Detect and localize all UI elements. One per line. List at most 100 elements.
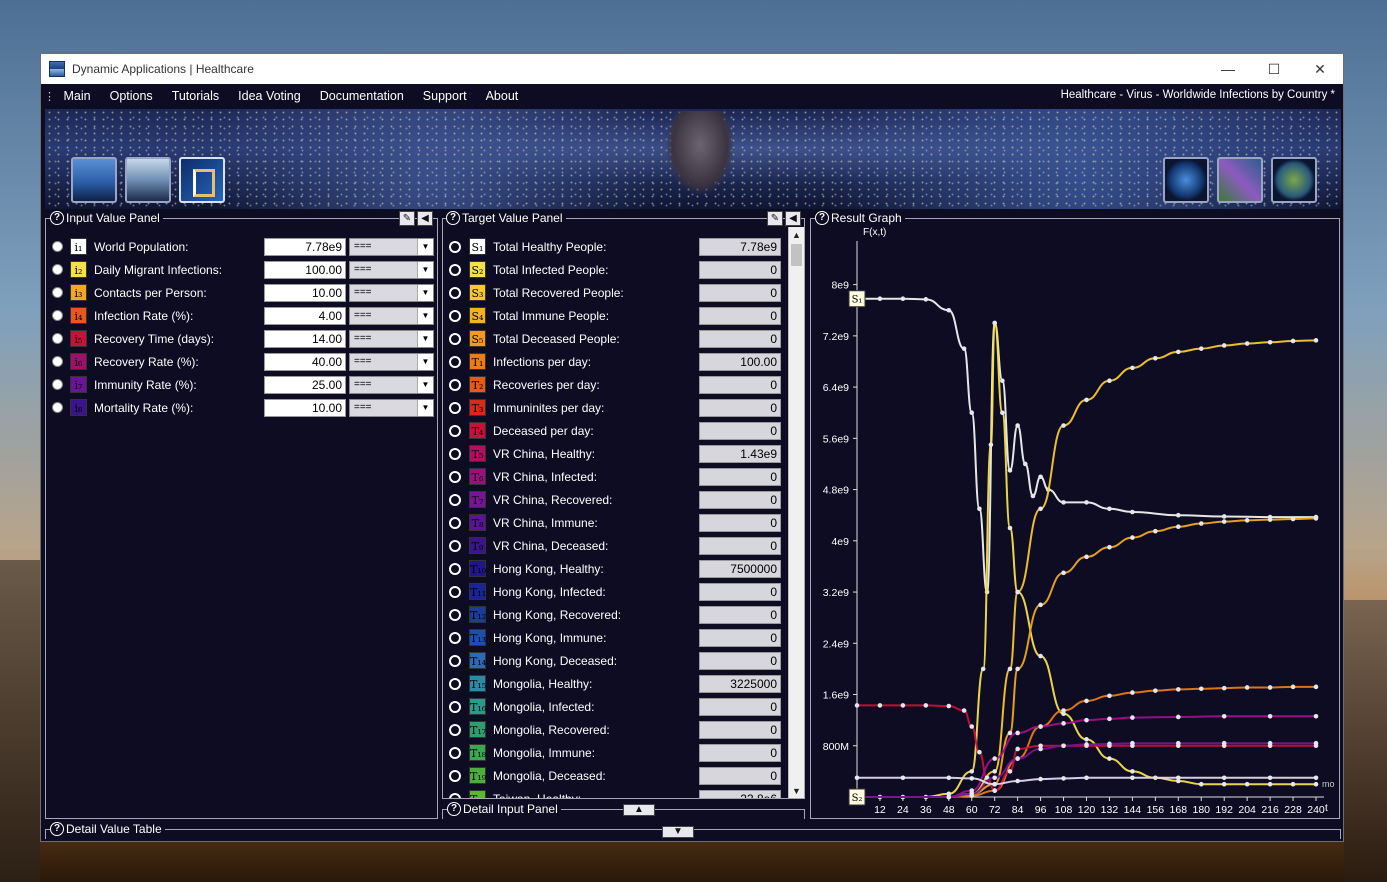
select-radio[interactable] (52, 310, 63, 321)
operator-select[interactable]: === ▼ (349, 398, 434, 417)
target-value-field[interactable]: 3225000 (699, 674, 781, 693)
operator-select[interactable]: === ▼ (349, 237, 434, 256)
select-radio[interactable] (52, 264, 63, 275)
select-radio[interactable] (449, 746, 461, 759)
menu-about[interactable]: About (476, 89, 528, 103)
select-radio[interactable] (449, 608, 461, 621)
target-value-field[interactable]: 1.43e9 (699, 444, 781, 463)
operator-select[interactable]: === ▼ (349, 329, 434, 348)
target-value-field[interactable]: 0 (699, 398, 781, 417)
target-value-field[interactable]: 0 (699, 260, 781, 279)
menu-main[interactable]: Main (54, 89, 100, 103)
menu-documentation[interactable]: Documentation (310, 89, 413, 103)
target-value-field[interactable]: 0 (699, 283, 781, 302)
collapse-left-icon[interactable]: ◀ (417, 211, 433, 226)
input-value-field[interactable]: 4.00 (264, 306, 346, 325)
select-radio[interactable] (449, 493, 461, 506)
target-scrollbar[interactable]: ▲ ▼ (788, 227, 804, 798)
help-icon[interactable]: ? (446, 211, 460, 225)
operator-select[interactable]: === ▼ (349, 352, 434, 371)
select-radio[interactable] (52, 379, 63, 390)
target-value-field[interactable]: 0 (699, 513, 781, 532)
target-value-field[interactable]: 0 (699, 329, 781, 348)
chevron-down-icon[interactable]: ▼ (417, 261, 433, 278)
target-value-field[interactable]: 7.78e9 (699, 237, 781, 256)
select-radio[interactable] (449, 424, 461, 437)
target-value-field[interactable]: 0 (699, 720, 781, 739)
collage-button[interactable] (1217, 157, 1263, 203)
select-radio[interactable] (449, 378, 461, 391)
edit-icon[interactable]: ✎ (399, 211, 415, 226)
target-value-field[interactable]: 0 (699, 306, 781, 325)
target-value-field[interactable]: 0 (699, 605, 781, 624)
help-icon[interactable]: ? (50, 822, 64, 836)
input-value-field[interactable]: 7.78e9 (264, 237, 346, 256)
input-value-field[interactable]: 40.00 (264, 352, 346, 371)
select-radio[interactable] (449, 654, 461, 667)
menu-support[interactable]: Support (413, 89, 476, 103)
select-radio[interactable] (449, 286, 461, 299)
globe-button[interactable] (1163, 157, 1209, 203)
select-radio[interactable] (449, 539, 461, 552)
expand-up-icon[interactable]: ▲ (623, 804, 655, 816)
select-radio[interactable] (449, 562, 461, 575)
input-value-field[interactable]: 10.00 (264, 283, 346, 302)
select-radio[interactable] (449, 332, 461, 345)
operator-select[interactable]: === ▼ (349, 306, 434, 325)
select-radio[interactable] (449, 516, 461, 529)
select-radio[interactable] (449, 240, 461, 253)
target-value-field[interactable]: 0 (699, 421, 781, 440)
close-button[interactable]: ✕ (1297, 54, 1343, 84)
target-value-field[interactable]: 0 (699, 628, 781, 647)
target-value-field[interactable]: 0 (699, 536, 781, 555)
target-value-field[interactable]: 0 (699, 490, 781, 509)
target-value-field[interactable]: 0 (699, 697, 781, 716)
menu-options[interactable]: Options (100, 89, 162, 103)
select-radio[interactable] (449, 585, 461, 598)
target-value-field[interactable]: 7500000 (699, 559, 781, 578)
select-radio[interactable] (449, 700, 461, 713)
input-value-field[interactable]: 25.00 (264, 375, 346, 394)
input-value-field[interactable]: 14.00 (264, 329, 346, 348)
select-radio[interactable] (52, 402, 63, 413)
target-value-field[interactable]: 0 (699, 743, 781, 762)
target-value-field[interactable]: 0 (699, 651, 781, 670)
menu-tutorials[interactable]: Tutorials (162, 89, 228, 103)
select-radio[interactable] (449, 792, 461, 798)
landscape-image-button[interactable] (125, 157, 171, 203)
minimize-button[interactable]: — (1205, 54, 1251, 84)
input-value-field[interactable]: 10.00 (264, 398, 346, 417)
menu-idea-voting[interactable]: Idea Voting (229, 89, 311, 103)
help-icon[interactable]: ? (447, 802, 461, 816)
scroll-up-icon[interactable]: ▲ (789, 227, 804, 243)
edit-icon[interactable]: ✎ (767, 211, 783, 226)
chevron-down-icon[interactable]: ▼ (417, 238, 433, 255)
world-button[interactable] (1271, 157, 1317, 203)
select-radio[interactable] (449, 631, 461, 644)
select-radio[interactable] (449, 723, 461, 736)
select-radio[interactable] (52, 333, 63, 344)
maximize-button[interactable]: ☐ (1251, 54, 1297, 84)
target-value-field[interactable]: 0 (699, 467, 781, 486)
expand-down-icon[interactable]: ▼ (662, 826, 694, 838)
target-value-field[interactable]: 100.00 (699, 352, 781, 371)
chevron-down-icon[interactable]: ▼ (417, 353, 433, 370)
scroll-down-icon[interactable]: ▼ (789, 783, 804, 798)
chevron-down-icon[interactable]: ▼ (417, 284, 433, 301)
sea-image-button[interactable] (71, 157, 117, 203)
chevron-down-icon[interactable]: ▼ (417, 330, 433, 347)
chevron-down-icon[interactable]: ▼ (417, 399, 433, 416)
input-value-field[interactable]: 100.00 (264, 260, 346, 279)
help-icon[interactable]: ? (50, 211, 64, 225)
logo-button[interactable] (179, 157, 225, 203)
select-radio[interactable] (449, 401, 461, 414)
select-radio[interactable] (449, 677, 461, 690)
operator-select[interactable]: === ▼ (349, 260, 434, 279)
select-radio[interactable] (449, 355, 461, 368)
select-radio[interactable] (52, 287, 63, 298)
select-radio[interactable] (449, 309, 461, 322)
select-radio[interactable] (449, 447, 461, 460)
target-value-field[interactable]: 23.8e6 (699, 789, 781, 798)
scroll-thumb[interactable] (791, 244, 802, 266)
select-radio[interactable] (449, 769, 461, 782)
